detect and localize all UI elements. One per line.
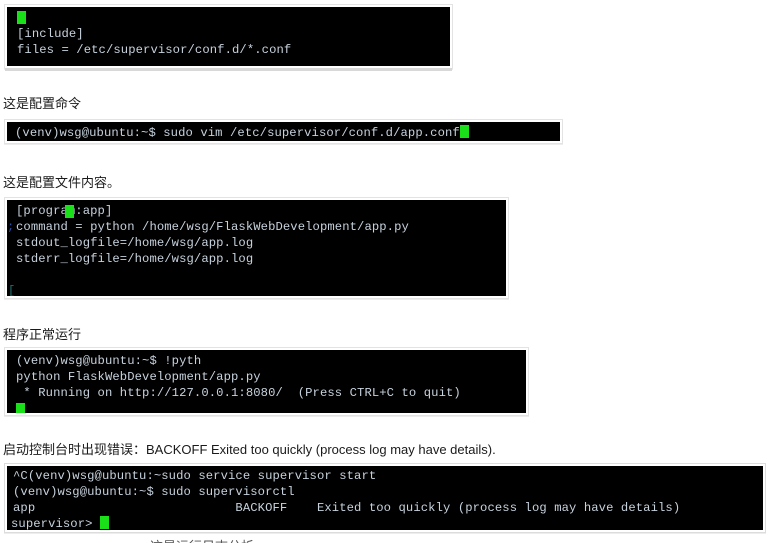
terminal-line: command = python /home/wsg/FlaskWebDevel… bbox=[16, 220, 409, 234]
caption-config-command: 这是配置命令 bbox=[3, 96, 82, 111]
terminal-line: stdout_logfile=/home/wsg/app.log bbox=[16, 236, 254, 250]
terminal-block-vim-open-conf[interactable]: (venv)wsg@ubuntu:~$ sudo vim /etc/superv… bbox=[4, 119, 563, 144]
terminal-line: files = /etc/supervisor/conf.d/*.conf bbox=[17, 43, 292, 57]
terminal-line: [program:app] bbox=[7, 200, 506, 219]
terminal-block-supervisorctl-backoff[interactable]: ^C(venv)wsg@ubuntu:~sudo service supervi… bbox=[4, 463, 766, 533]
terminal-cursor bbox=[16, 403, 25, 413]
terminal-line-text: supervisor> bbox=[11, 517, 100, 530]
terminal-line: stderr_logfile=/home/wsg/app.log bbox=[16, 252, 254, 266]
terminal-line: ^C(venv)wsg@ubuntu:~sudo service supervi… bbox=[13, 469, 377, 483]
terminal-body[interactable]: (venv)wsg@ubuntu:~$ sudo vim /etc/superv… bbox=[7, 122, 560, 141]
terminal-body[interactable]: [include] files = /etc/supervisor/conf.d… bbox=[7, 7, 450, 66]
terminal-body[interactable]: ^C(venv)wsg@ubuntu:~sudo service supervi… bbox=[7, 466, 763, 530]
terminal-block-supervisord-include[interactable]: [include] files = /etc/supervisor/conf.d… bbox=[4, 4, 453, 69]
terminal-line: app BACKOFF Exited too quickly (process … bbox=[13, 501, 681, 515]
terminal-cursor bbox=[65, 205, 74, 218]
terminal-line: (venv)wsg@ubuntu:~$ sudo vim /etc/superv… bbox=[7, 122, 560, 141]
terminal-cursor bbox=[99, 516, 109, 529]
caption-program-running: 程序正常运行 bbox=[3, 327, 82, 342]
frame-edge-sliver bbox=[5, 68, 452, 71]
terminal-block-flask-running[interactable]: (venv)wsg@ubuntu:~$ !pyth python FlaskWe… bbox=[4, 347, 529, 416]
terminal-line: (venv)wsg@ubuntu:~$ sudo supervisorctl bbox=[13, 485, 295, 499]
vim-gutter-glyph-bottom: [ bbox=[8, 284, 16, 296]
terminal-body[interactable]: (venv)wsg@ubuntu:~$ !pyth python FlaskWe… bbox=[7, 350, 526, 413]
screenshot-page: [include] files = /etc/supervisor/conf.d… bbox=[0, 0, 778, 543]
terminal-block-app-conf-contents[interactable]: ; [program:app] command = python /home/w… bbox=[4, 197, 509, 299]
terminal-line: [include] bbox=[17, 27, 84, 41]
terminal-cursor bbox=[459, 125, 469, 138]
caption-console-error: 启动控制台时出现错误：BACKOFF Exited too quickly (p… bbox=[3, 442, 496, 457]
terminal-line: (venv)wsg@ubuntu:~$ !pyth bbox=[16, 354, 202, 368]
terminal-line: supervisor> bbox=[7, 516, 763, 530]
terminal-line: python FlaskWebDevelopment/app.py bbox=[16, 370, 261, 384]
terminal-line-text: (venv)wsg@ubuntu:~$ sudo vim /etc/superv… bbox=[15, 126, 460, 140]
clipped-bottom-caption: 这是运行日志分析 bbox=[150, 536, 410, 543]
terminal-line: * Running on http://127.0.0.1:8080/ (Pre… bbox=[16, 386, 461, 400]
terminal-body[interactable]: ; [program:app] command = python /home/w… bbox=[7, 200, 506, 296]
caption-config-file-contents: 这是配置文件内容。 bbox=[3, 175, 121, 190]
